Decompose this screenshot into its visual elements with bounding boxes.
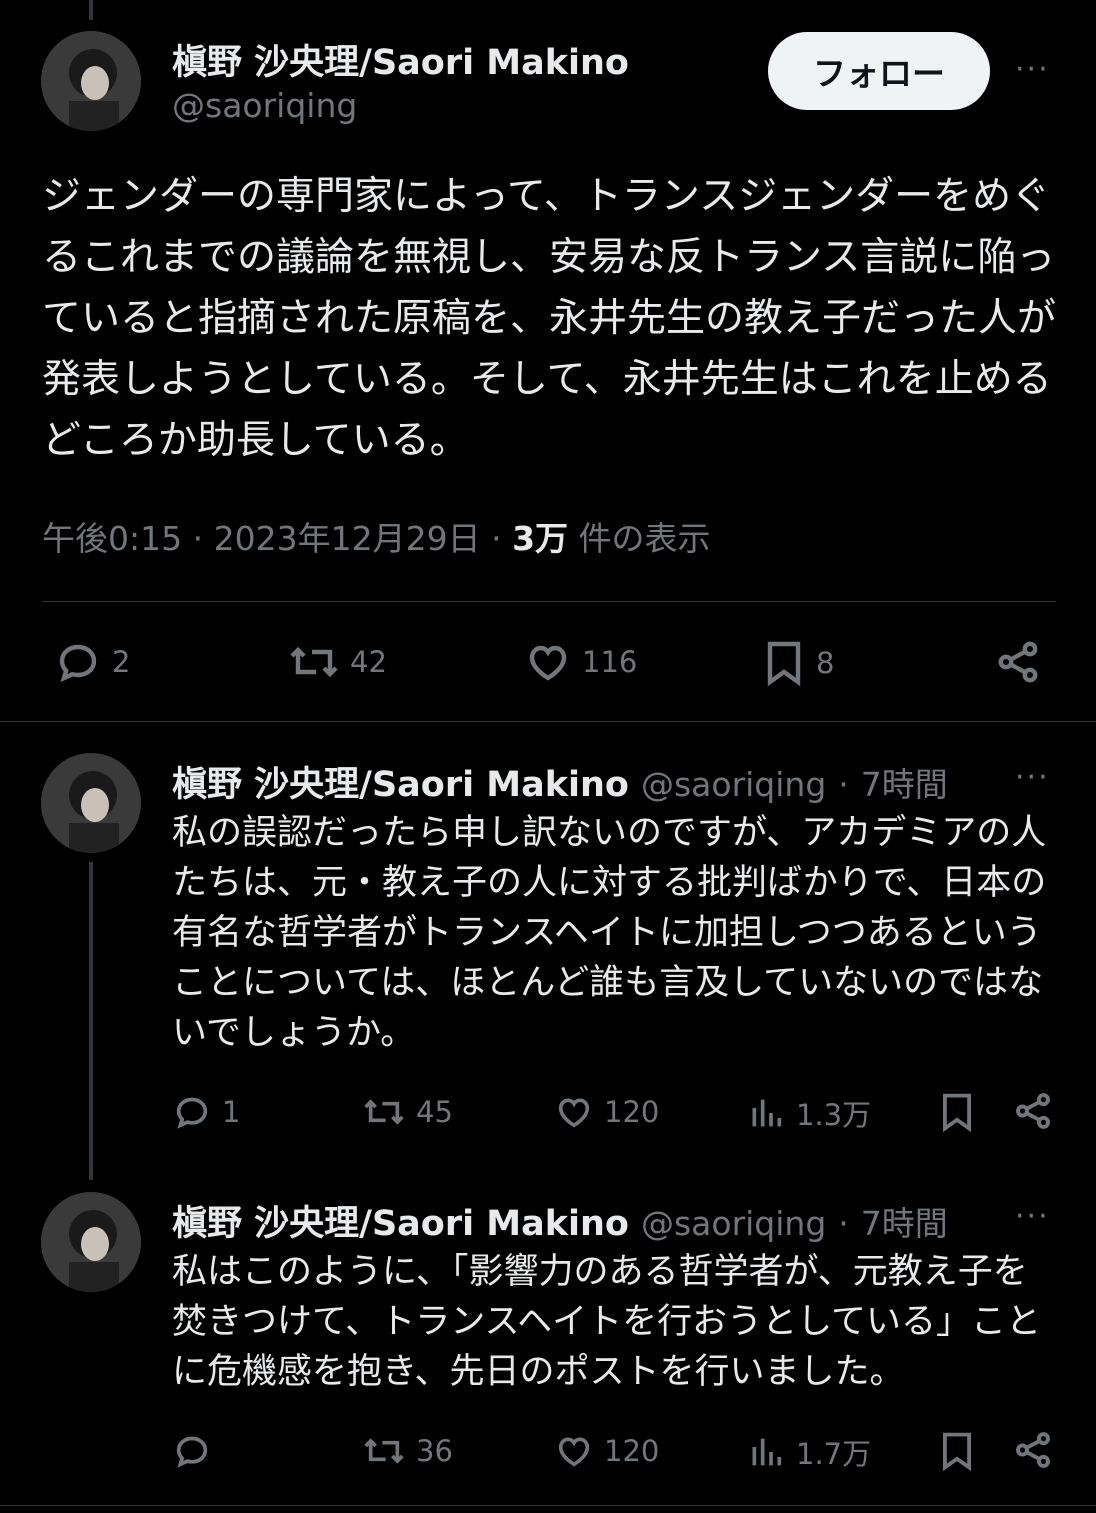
- repost-count: 45: [416, 1095, 453, 1129]
- repost-icon: [290, 646, 338, 678]
- thread-line-top: [89, 0, 93, 20]
- bookmark-icon: [943, 1093, 971, 1133]
- repost-icon: [364, 1099, 404, 1125]
- reply-count: 2: [112, 645, 131, 679]
- reply-button[interactable]: 2: [54, 638, 130, 686]
- repost-count: 36: [416, 1434, 453, 1468]
- views-label: 件の表示: [578, 519, 711, 558]
- bookmark-count: 8: [816, 646, 835, 680]
- divider: [0, 721, 1096, 722]
- author-handle[interactable]: @saoriqing: [641, 1204, 826, 1243]
- views-button[interactable]: 1.7万: [746, 1431, 871, 1473]
- reply-text: 私はこのように、「影響力のある哲学者が、元教え子を焚きつけて、トランスヘイトを行…: [172, 1252, 1042, 1392]
- meta-separator: ·: [192, 519, 204, 558]
- like-count: 120: [604, 1095, 660, 1129]
- meta-separator: ·: [838, 1204, 849, 1243]
- share-button[interactable]: [1012, 1429, 1054, 1471]
- reply-icon: [176, 1436, 208, 1468]
- meta-separator: ·: [838, 765, 849, 804]
- reply-button[interactable]: 1: [172, 1092, 240, 1132]
- reply-text: 私の誤認だったら申し訳ないのですが、アカデミアの人たちは、元・教え子の人に対する…: [172, 813, 1047, 1053]
- tweet-time[interactable]: 午後0:15: [42, 519, 182, 558]
- repost-button[interactable]: 36: [362, 1431, 453, 1471]
- repost-button[interactable]: 42: [288, 638, 387, 686]
- bookmark-icon: [943, 1432, 971, 1472]
- reply-button[interactable]: [172, 1431, 222, 1471]
- reply-time[interactable]: 7時間: [861, 758, 948, 806]
- like-button[interactable]: 120: [554, 1431, 659, 1471]
- like-count: 120: [604, 1434, 660, 1468]
- share-button[interactable]: [994, 638, 1042, 686]
- reply-icon: [176, 1097, 208, 1129]
- like-icon: [529, 645, 567, 681]
- share-icon: [1016, 1432, 1050, 1468]
- reply-header: 槇野 沙央理/Saori Makino @saoriqing · 7時間: [172, 1195, 948, 1246]
- like-button[interactable]: 120: [554, 1092, 659, 1132]
- reply-time[interactable]: 7時間: [861, 1197, 948, 1245]
- bookmark-icon: [767, 641, 801, 687]
- tweet-date[interactable]: 2023年12月29日: [214, 519, 481, 558]
- reply-icon: [59, 644, 97, 683]
- share-icon: [998, 641, 1038, 683]
- author-handle[interactable]: @saoriqing: [641, 765, 826, 804]
- more-icon[interactable]: ···: [1015, 760, 1050, 795]
- avatar[interactable]: [41, 31, 141, 131]
- reply-count: 1: [222, 1095, 241, 1129]
- repost-icon: [364, 1438, 404, 1464]
- author-handle[interactable]: @saoriqing: [172, 86, 357, 125]
- like-icon: [558, 1098, 590, 1128]
- views-button[interactable]: 1.3万: [746, 1092, 871, 1134]
- more-icon[interactable]: ···: [1015, 1199, 1050, 1234]
- views-icon: [752, 1099, 782, 1127]
- thread-line-reply: [89, 862, 93, 1180]
- repost-button[interactable]: 45: [362, 1092, 453, 1132]
- reply-header: 槇野 沙央理/Saori Makino @saoriqing · 7時間: [172, 756, 948, 807]
- like-count: 116: [582, 645, 638, 679]
- author-name[interactable]: 槇野 沙央理/Saori Makino: [172, 34, 629, 85]
- divider: [0, 1505, 1096, 1506]
- more-icon[interactable]: ···: [1015, 52, 1050, 87]
- share-button[interactable]: [1012, 1090, 1054, 1132]
- bookmark-button[interactable]: [938, 1429, 976, 1473]
- follow-button[interactable]: フォロー: [768, 32, 990, 110]
- avatar[interactable]: [41, 1192, 141, 1292]
- author-name[interactable]: 槇野 沙央理/Saori Makino: [172, 1195, 629, 1246]
- divider: [42, 601, 1056, 602]
- views-count: 1.7万: [796, 1437, 872, 1471]
- like-icon: [558, 1437, 590, 1467]
- bookmark-button[interactable]: [938, 1090, 976, 1134]
- views-icon: [752, 1438, 782, 1466]
- repost-count: 42: [350, 645, 387, 679]
- share-icon: [1016, 1093, 1050, 1129]
- tweet-text: ジェンダーの専門家によって、トランスジェンダーをめぐるこれまでの議論を無視し、安…: [42, 174, 1057, 463]
- author-name[interactable]: 槇野 沙央理/Saori Makino: [172, 756, 629, 807]
- meta-separator: ·: [491, 519, 502, 558]
- bookmark-button[interactable]: 8: [762, 638, 834, 688]
- tweet-meta: 午後0:15 · 2023年12月29日 · 3万 件の表示: [42, 512, 711, 560]
- views-count: 3万: [512, 519, 569, 558]
- like-button[interactable]: 116: [524, 638, 637, 686]
- avatar[interactable]: [41, 753, 141, 853]
- views-count: 1.3万: [796, 1098, 872, 1132]
